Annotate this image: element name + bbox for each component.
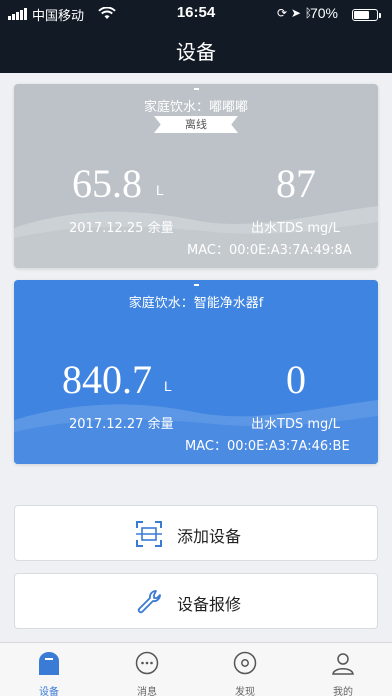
remaining-label: 2017.12.27 余量 bbox=[69, 417, 174, 432]
location-icon: ➤ bbox=[290, 6, 301, 20]
tab-messages[interactable]: 消息 bbox=[98, 643, 196, 696]
tab-label: 消息 bbox=[137, 687, 157, 696]
device-repair-label: 设备报修 bbox=[177, 595, 242, 614]
tds-label: 出水TDS mg/L bbox=[251, 417, 340, 432]
profile-icon bbox=[332, 653, 354, 675]
discover-icon bbox=[233, 651, 257, 675]
card-notch bbox=[194, 284, 199, 286]
remaining-label: 2017.12.25 余量 bbox=[69, 221, 174, 236]
message-icon bbox=[135, 651, 159, 675]
device-name: 家庭饮水：嘟嘟嘟 bbox=[143, 100, 248, 115]
remaining-unit: L bbox=[164, 378, 172, 394]
status-icons: ⟳ ➤ ᛒ bbox=[277, 6, 312, 20]
tab-profile[interactable]: 我的 bbox=[294, 643, 392, 696]
page-title: 设备 bbox=[176, 40, 216, 64]
remaining-value: 65.8 bbox=[72, 161, 142, 206]
device-card[interactable]: 家庭饮水：智能净水器f 840.7 L 0 2017.12.27 余量 出水TD… bbox=[14, 280, 378, 464]
card-notch bbox=[194, 88, 199, 90]
tab-device[interactable]: 设备 bbox=[0, 643, 98, 696]
device-name: 家庭饮水：智能净水器f bbox=[128, 296, 264, 311]
top-bar: 中国移动 16:54 ⟳ ➤ ᛒ 70% 设备 bbox=[0, 0, 392, 73]
orientation-lock-icon: ⟳ bbox=[277, 6, 288, 20]
tab-bar: 设备 消息 发现 我的 bbox=[0, 642, 392, 696]
wrench-icon bbox=[137, 590, 161, 614]
status-badge: 离线 bbox=[154, 116, 238, 133]
battery-percent: 70% bbox=[309, 5, 338, 21]
remaining-value: 840.7 bbox=[62, 357, 152, 402]
tds-value: 87 bbox=[276, 161, 316, 206]
tab-discover[interactable]: 发现 bbox=[196, 643, 294, 696]
remaining-unit: L bbox=[156, 182, 164, 198]
scan-icon bbox=[136, 521, 162, 547]
device-repair-button[interactable]: 设备报修 bbox=[14, 573, 378, 629]
tab-label: 发现 bbox=[235, 687, 255, 696]
battery-icon bbox=[352, 9, 381, 21]
tds-value: 0 bbox=[286, 357, 306, 402]
status-bar: 中国移动 16:54 ⟳ ➤ ᛒ 70% bbox=[0, 4, 392, 24]
device-icon bbox=[39, 652, 59, 675]
tab-label: 我的 bbox=[333, 687, 353, 696]
tds-label: 出水TDS mg/L bbox=[251, 221, 340, 236]
add-device-label: 添加设备 bbox=[177, 527, 242, 546]
tab-label: 设备 bbox=[39, 687, 59, 696]
add-device-button[interactable]: 添加设备 bbox=[14, 505, 378, 561]
device-card[interactable]: 家庭饮水：嘟嘟嘟 离线 65.8 L 87 2017.12.25 余量 出水TD… bbox=[14, 84, 378, 268]
mac-address: MAC：00:0E:A3:7A:49:8A bbox=[187, 243, 352, 258]
mac-address: MAC：00:0E:A3:7A:46:BE bbox=[185, 439, 350, 454]
